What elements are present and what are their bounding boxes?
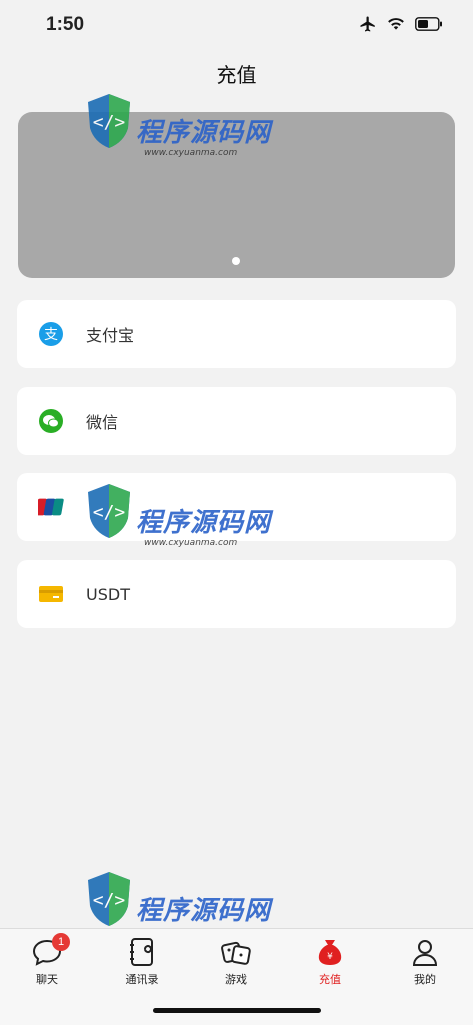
status-icons bbox=[359, 15, 443, 33]
svg-text:</>: </> bbox=[93, 112, 126, 133]
home-indicator bbox=[153, 1008, 321, 1013]
watermark-logo: </> 程序源码网 www.cxyuanma.com bbox=[84, 90, 304, 190]
unionpay-icon bbox=[38, 494, 64, 520]
chat-bubble-icon: 1 bbox=[30, 933, 70, 969]
payment-label: 微信 bbox=[86, 413, 119, 432]
user-icon bbox=[408, 935, 442, 969]
tab-me[interactable]: 我的 bbox=[390, 935, 460, 987]
money-bag-icon: ¥ bbox=[313, 935, 347, 969]
carousel-page-indicator bbox=[232, 257, 240, 265]
airplane-mode-icon bbox=[360, 16, 375, 32]
tab-recharge[interactable]: ¥ 充值 bbox=[295, 935, 365, 987]
tab-label: 通讯录 bbox=[125, 973, 159, 986]
tab-contacts[interactable]: 通讯录 bbox=[107, 935, 177, 987]
payment-option-alipay[interactable]: 支 支付宝 bbox=[17, 300, 456, 368]
tab-chat[interactable]: 1 聊天 bbox=[12, 933, 82, 987]
tab-label: 游戏 bbox=[225, 973, 247, 986]
shield-icon: </> bbox=[88, 872, 130, 926]
dice-icon bbox=[219, 935, 253, 969]
wechat-icon bbox=[38, 408, 64, 434]
svg-text:</>: </> bbox=[93, 502, 126, 523]
shield-icon: </> bbox=[88, 94, 130, 148]
watermark-logo: </> 程序源码网 www.cxyuanma.com bbox=[84, 480, 304, 580]
wifi-icon bbox=[388, 18, 404, 30]
unread-badge: 1 bbox=[52, 933, 70, 951]
card-icon bbox=[38, 581, 64, 607]
status-time: 1:50 bbox=[46, 14, 85, 35]
battery-icon bbox=[415, 17, 442, 31]
shield-icon: </> bbox=[88, 484, 130, 538]
tab-label: 充值 bbox=[319, 973, 341, 986]
alipay-icon: 支 bbox=[38, 321, 64, 347]
svg-text:¥: ¥ bbox=[327, 952, 333, 962]
contacts-book-icon bbox=[125, 935, 159, 969]
status-bar: 1:50 bbox=[0, 0, 473, 52]
payment-label: 支付宝 bbox=[86, 326, 135, 345]
tab-label: 聊天 bbox=[36, 973, 58, 986]
payment-label: USDT bbox=[86, 584, 130, 604]
svg-text:</>: </> bbox=[93, 890, 126, 911]
tab-games[interactable]: 游戏 bbox=[201, 935, 271, 987]
tab-label: 我的 bbox=[414, 973, 436, 986]
payment-option-wechat[interactable]: 微信 bbox=[17, 387, 456, 455]
svg-text:支: 支 bbox=[44, 327, 58, 343]
